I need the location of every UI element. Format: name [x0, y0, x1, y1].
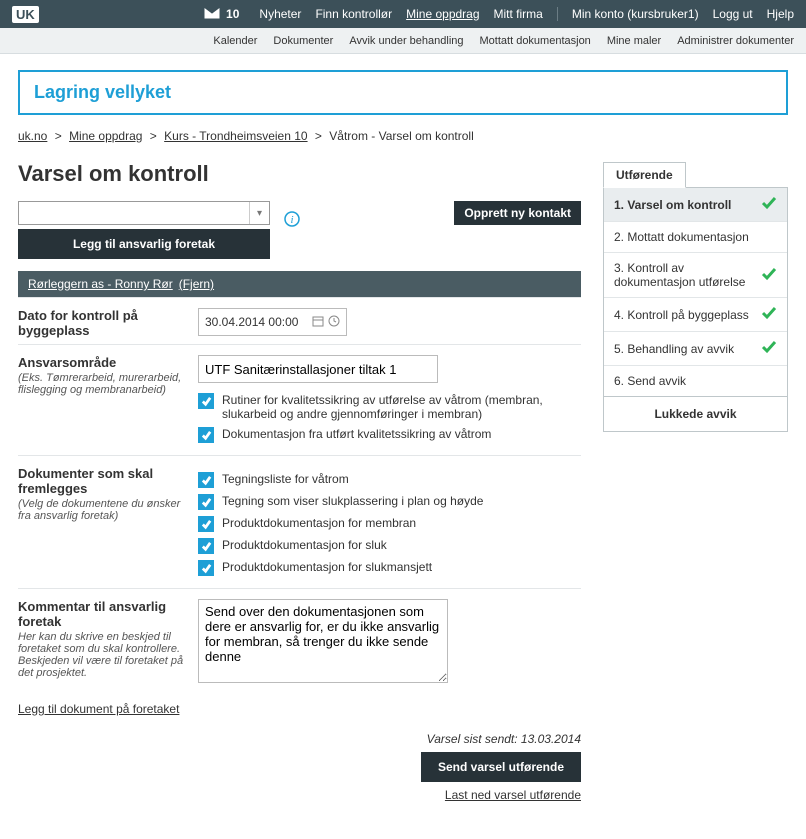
checkbox[interactable] — [198, 393, 214, 409]
doc-checkbox-row: Tegning som viser slukplassering i plan … — [198, 494, 581, 510]
page-title: Varsel om kontroll — [18, 161, 581, 187]
checkbox[interactable] — [198, 472, 214, 488]
step-item[interactable]: 4. Kontroll på byggeplass — [604, 298, 787, 332]
nav-nyheter[interactable]: Nyheter — [259, 7, 301, 21]
check-icon — [761, 196, 777, 213]
checkbox[interactable] — [198, 560, 214, 576]
sub-mottatt[interactable]: Mottatt dokumentasjon — [480, 35, 591, 47]
doc-checkbox-row: Produktdokumentasjon for membran — [198, 516, 581, 532]
logo[interactable]: UK — [12, 6, 39, 23]
step-label: 4. Kontroll på byggeplass — [614, 308, 749, 322]
checkbox-label: Tegning som viser slukplassering i plan … — [222, 494, 483, 508]
crumb-project[interactable]: Kurs - Trondheimsveien 10 — [164, 129, 307, 143]
area-input[interactable] — [198, 355, 438, 383]
nav-mine-oppdrag[interactable]: Mine oppdrag — [406, 7, 479, 21]
checkbox[interactable] — [198, 494, 214, 510]
side-tab[interactable]: Utførende — [603, 162, 686, 188]
comment-hint: Her kan du skrive en beskjed til foretak… — [18, 631, 188, 679]
doc-checkbox-row: Produktdokumentasjon for sluk — [198, 538, 581, 554]
crumb-current: Våtrom - Varsel om kontroll — [329, 129, 474, 143]
checkbox-label: Tegningsliste for våtrom — [222, 472, 349, 486]
checkbox-label: Produktdokumentasjon for membran — [222, 516, 416, 530]
mail-icon — [204, 7, 220, 22]
step-item[interactable]: 5. Behandling av avvik — [604, 332, 787, 366]
step-label: 1. Varsel om kontroll — [614, 198, 731, 212]
checkbox-label: Produktdokumentasjon for sluk — [222, 538, 387, 552]
calendar-icon[interactable] — [312, 315, 324, 330]
doc-checkbox-row: Dokumentasjon fra utført kvalitetssikrin… — [198, 427, 581, 443]
date-input[interactable]: 30.04.2014 00:00 — [198, 308, 347, 336]
info-icon[interactable]: i — [284, 211, 300, 230]
nav-logg-ut[interactable]: Logg ut — [713, 7, 753, 21]
step-item[interactable]: 1. Varsel om kontroll — [604, 188, 787, 222]
crumb-oppdrag[interactable]: Mine oppdrag — [69, 129, 142, 143]
step-label: 3. Kontroll av dokumentasjon utførelse — [614, 261, 761, 289]
comment-textarea[interactable] — [198, 599, 448, 683]
add-document-link[interactable]: Legg til dokument på foretaket — [18, 702, 179, 716]
checkbox-label: Dokumentasjon fra utført kvalitetssikrin… — [222, 427, 491, 441]
remove-company-link[interactable]: (Fjern) — [179, 277, 214, 291]
crumb-home[interactable]: uk.no — [18, 129, 47, 143]
breadcrumb: uk.no > Mine oppdrag > Kurs - Trondheims… — [18, 129, 788, 143]
clock-icon[interactable] — [328, 315, 340, 330]
chevron-down-icon: ▾ — [249, 202, 269, 224]
nav-finn-kontrollor[interactable]: Finn kontrollør — [315, 7, 392, 21]
download-link[interactable]: Last ned varsel utførende — [445, 788, 581, 802]
doc-checkbox-row: Produktdokumentasjon for slukmansjett — [198, 560, 581, 576]
topbar: UK 10 Nyheter Finn kontrollør Mine oppdr… — [0, 0, 806, 28]
checkbox[interactable] — [198, 427, 214, 443]
check-icon — [761, 340, 777, 357]
sub-kalender[interactable]: Kalender — [213, 35, 257, 47]
docs-hint: (Velg de dokumentene du ønsker fra ansva… — [18, 498, 188, 522]
sub-maler[interactable]: Mine maler — [607, 35, 661, 47]
responsible-select[interactable]: ▾ — [18, 201, 270, 225]
new-contact-button[interactable]: Opprett ny kontakt — [454, 201, 581, 225]
step-label: 2. Mottatt dokumentasjon — [614, 230, 749, 244]
check-icon — [761, 267, 777, 284]
sub-avvik[interactable]: Avvik under behandling — [349, 35, 463, 47]
account-label: Min konto — [572, 7, 624, 21]
date-value: 30.04.2014 00:00 — [205, 315, 298, 329]
area-hint: (Eks. Tømrerarbeid, murerarbeid, flisleg… — [18, 372, 188, 396]
nav-min-konto[interactable]: Min konto (kursbruker1) — [572, 7, 699, 21]
sub-admin-dok[interactable]: Administrer dokumenter — [677, 35, 794, 47]
date-label: Dato for kontroll på byggeplass — [18, 308, 188, 338]
last-sent-label: Varsel sist sendt: 13.03.2014 — [427, 732, 581, 746]
step-item[interactable]: 2. Mottatt dokumentasjon — [604, 222, 787, 253]
checkbox-label: Produktdokumentasjon for slukmansjett — [222, 560, 432, 574]
add-responsible-button[interactable]: Legg til ansvarlig foretak — [18, 229, 270, 259]
step-item[interactable]: 6. Send avvik — [604, 366, 787, 396]
comment-label: Kommentar til ansvarlig foretak — [18, 599, 188, 629]
company-link[interactable]: Rørleggern as - Ronny Rør — [28, 277, 173, 291]
checkbox[interactable] — [198, 516, 214, 532]
doc-checkbox-row: Tegningsliste for våtrom — [198, 472, 581, 488]
checkbox[interactable] — [198, 538, 214, 554]
nav-mitt-firma[interactable]: Mitt firma — [494, 7, 543, 21]
docs-label: Dokumenter som skal fremlegges — [18, 466, 188, 496]
check-icon — [761, 306, 777, 323]
send-button[interactable]: Send varsel utførende — [421, 752, 581, 782]
svg-text:i: i — [290, 214, 293, 226]
alert-success: Lagring vellyket — [18, 70, 788, 115]
step-label: 5. Behandling av avvik — [614, 342, 734, 356]
step-list: 1. Varsel om kontroll 2. Mottatt dokument… — [603, 187, 788, 432]
mail-count: 10 — [226, 7, 239, 21]
doc-checkbox-row: Rutiner for kvalitetssikring av utførels… — [198, 393, 581, 421]
company-header: Rørleggern as - Ronny Rør (Fjern) — [18, 271, 581, 297]
step-label: 6. Send avvik — [614, 374, 686, 388]
sub-dokumenter[interactable]: Dokumenter — [273, 35, 333, 47]
nav-hjelp[interactable]: Hjelp — [767, 7, 794, 21]
mail-indicator[interactable]: 10 — [204, 7, 239, 22]
area-label: Ansvarsområde — [18, 355, 188, 370]
checkbox-label: Rutiner for kvalitetssikring av utførels… — [222, 393, 581, 421]
subnav: Kalender Dokumenter Avvik under behandli… — [0, 28, 806, 54]
closed-deviations[interactable]: Lukkede avvik — [604, 396, 787, 431]
account-user: (kursbruker1) — [627, 7, 698, 21]
step-item[interactable]: 3. Kontroll av dokumentasjon utførelse — [604, 253, 787, 298]
separator — [557, 7, 558, 21]
